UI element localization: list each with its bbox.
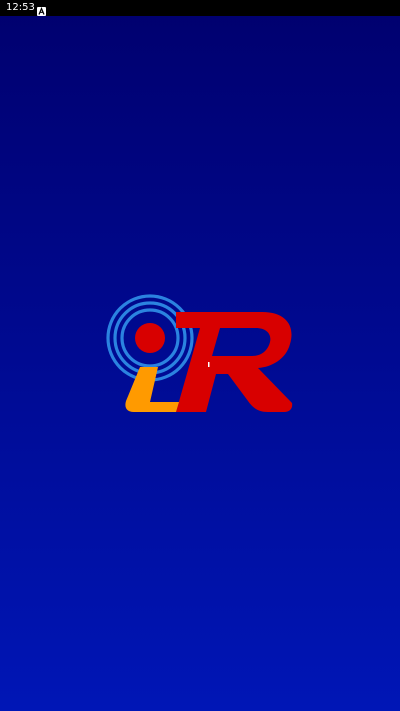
letter-r-mark xyxy=(176,312,293,412)
red-dot-icon xyxy=(135,323,165,353)
ilr-radio-logo xyxy=(100,290,300,425)
splash-screen: 12:53 xyxy=(0,0,400,711)
a-letter-icon xyxy=(37,3,46,16)
status-bar: 12:53 xyxy=(0,0,400,16)
status-time: 12:53 xyxy=(6,2,35,13)
